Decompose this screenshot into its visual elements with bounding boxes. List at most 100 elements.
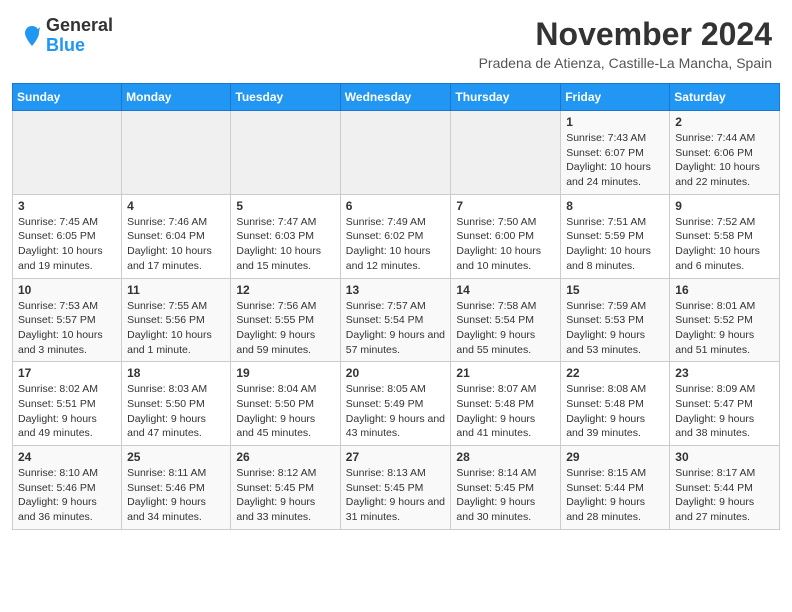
day-info: Sunrise: 7:47 AMSunset: 6:03 PMDaylight:…: [236, 215, 334, 274]
weekday-header-sunday: Sunday: [13, 84, 122, 111]
day-info: Sunrise: 7:59 AMSunset: 5:53 PMDaylight:…: [566, 299, 664, 358]
day-info: Sunrise: 7:45 AMSunset: 6:05 PMDaylight:…: [18, 215, 116, 274]
day-info: Sunrise: 7:57 AMSunset: 5:54 PMDaylight:…: [346, 299, 446, 358]
day-info: Sunrise: 8:15 AMSunset: 5:44 PMDaylight:…: [566, 466, 664, 525]
day-info: Sunrise: 8:02 AMSunset: 5:51 PMDaylight:…: [18, 382, 116, 441]
calendar-cell: 1 Sunrise: 7:43 AMSunset: 6:07 PMDaylight…: [561, 111, 670, 195]
calendar-cell: [122, 111, 231, 195]
page-header: General Blue November 2024 Pradena de At…: [0, 0, 792, 75]
day-info: Sunrise: 7:46 AMSunset: 6:04 PMDaylight:…: [127, 215, 225, 274]
calendar-cell: 20 Sunrise: 8:05 AMSunset: 5:49 PMDayligh…: [340, 362, 451, 446]
day-number: 20: [346, 366, 446, 380]
day-number: 22: [566, 366, 664, 380]
day-info: Sunrise: 7:44 AMSunset: 6:06 PMDaylight:…: [675, 131, 774, 190]
day-number: 7: [456, 199, 555, 213]
calendar-week-row: 17 Sunrise: 8:02 AMSunset: 5:51 PMDayligh…: [13, 362, 780, 446]
day-number: 18: [127, 366, 225, 380]
calendar-cell: 5 Sunrise: 7:47 AMSunset: 6:03 PMDaylight…: [231, 194, 340, 278]
calendar-cell: 18 Sunrise: 8:03 AMSunset: 5:50 PMDayligh…: [122, 362, 231, 446]
calendar-cell: 6 Sunrise: 7:49 AMSunset: 6:02 PMDaylight…: [340, 194, 451, 278]
day-info: Sunrise: 8:14 AMSunset: 5:45 PMDaylight:…: [456, 466, 555, 525]
day-number: 8: [566, 199, 664, 213]
day-number: 13: [346, 283, 446, 297]
calendar-cell: 8 Sunrise: 7:51 AMSunset: 5:59 PMDaylight…: [561, 194, 670, 278]
day-info: Sunrise: 8:09 AMSunset: 5:47 PMDaylight:…: [675, 382, 774, 441]
calendar-cell: 15Sunrise: 7:59 AMSunset: 5:53 PMDayligh…: [561, 278, 670, 362]
month-title: November 2024: [479, 16, 772, 53]
day-number: 10: [18, 283, 116, 297]
day-number: 14: [456, 283, 555, 297]
calendar-cell: 11 Sunrise: 7:55 AMSunset: 5:56 PMDayligh…: [122, 278, 231, 362]
day-number: 17: [18, 366, 116, 380]
day-info: Sunrise: 7:55 AMSunset: 5:56 PMDaylight:…: [127, 299, 225, 358]
day-info: Sunrise: 8:04 AMSunset: 5:50 PMDaylight:…: [236, 382, 334, 441]
day-number: 2: [675, 115, 774, 129]
day-info: Sunrise: 7:58 AMSunset: 5:54 PMDaylight:…: [456, 299, 555, 358]
calendar-cell: 19Sunrise: 8:04 AMSunset: 5:50 PMDayligh…: [231, 362, 340, 446]
weekday-header-tuesday: Tuesday: [231, 84, 340, 111]
logo-icon: [20, 24, 44, 48]
weekday-header-monday: Monday: [122, 84, 231, 111]
calendar-cell: 30Sunrise: 8:17 AMSunset: 5:44 PMDayligh…: [670, 446, 780, 530]
day-number: 24: [18, 450, 116, 464]
calendar-cell: [231, 111, 340, 195]
day-number: 3: [18, 199, 116, 213]
calendar-table: SundayMondayTuesdayWednesdayThursdayFrid…: [12, 83, 780, 530]
calendar-cell: [340, 111, 451, 195]
day-number: 6: [346, 199, 446, 213]
weekday-header-saturday: Saturday: [670, 84, 780, 111]
calendar-cell: 12 Sunrise: 7:56 AMSunset: 5:55 PMDayligh…: [231, 278, 340, 362]
weekday-header-friday: Friday: [561, 84, 670, 111]
calendar-cell: 27 Sunrise: 8:13 AMSunset: 5:45 PMDayligh…: [340, 446, 451, 530]
day-info: Sunrise: 8:11 AMSunset: 5:46 PMDaylight:…: [127, 466, 225, 525]
calendar-cell: 2 Sunrise: 7:44 AMSunset: 6:06 PMDaylight…: [670, 111, 780, 195]
calendar-cell: 4 Sunrise: 7:46 AMSunset: 6:04 PMDaylight…: [122, 194, 231, 278]
day-info: Sunrise: 8:05 AMSunset: 5:49 PMDaylight:…: [346, 382, 446, 441]
calendar-cell: 14 Sunrise: 7:58 AMSunset: 5:54 PMDayligh…: [451, 278, 561, 362]
day-info: Sunrise: 8:17 AMSunset: 5:44 PMDaylight:…: [675, 466, 774, 525]
day-info: Sunrise: 8:10 AMSunset: 5:46 PMDaylight:…: [18, 466, 116, 525]
day-number: 21: [456, 366, 555, 380]
weekday-header-row: SundayMondayTuesdayWednesdayThursdayFrid…: [13, 84, 780, 111]
title-block: November 2024 Pradena de Atienza, Castil…: [479, 16, 772, 71]
calendar-cell: 10 Sunrise: 7:53 AMSunset: 5:57 PMDayligh…: [13, 278, 122, 362]
day-info: Sunrise: 7:51 AMSunset: 5:59 PMDaylight:…: [566, 215, 664, 274]
day-info: Sunrise: 8:13 AMSunset: 5:45 PMDaylight:…: [346, 466, 446, 525]
day-info: Sunrise: 7:52 AMSunset: 5:58 PMDaylight:…: [675, 215, 774, 274]
day-info: Sunrise: 7:56 AMSunset: 5:55 PMDaylight:…: [236, 299, 334, 358]
calendar-cell: 17 Sunrise: 8:02 AMSunset: 5:51 PMDayligh…: [13, 362, 122, 446]
calendar-cell: 28Sunrise: 8:14 AMSunset: 5:45 PMDayligh…: [451, 446, 561, 530]
day-number: 27: [346, 450, 446, 464]
calendar-cell: 22 Sunrise: 8:08 AMSunset: 5:48 PMDayligh…: [561, 362, 670, 446]
calendar-cell: 7 Sunrise: 7:50 AMSunset: 6:00 PMDaylight…: [451, 194, 561, 278]
day-info: Sunrise: 7:43 AMSunset: 6:07 PMDaylight:…: [566, 131, 664, 190]
day-info: Sunrise: 8:03 AMSunset: 5:50 PMDaylight:…: [127, 382, 225, 441]
day-number: 5: [236, 199, 334, 213]
calendar-week-row: 3 Sunrise: 7:45 AMSunset: 6:05 PMDaylight…: [13, 194, 780, 278]
day-number: 26: [236, 450, 334, 464]
day-number: 12: [236, 283, 334, 297]
day-number: 1: [566, 115, 664, 129]
day-number: 16: [675, 283, 774, 297]
calendar-cell: 21Sunrise: 8:07 AMSunset: 5:48 PMDayligh…: [451, 362, 561, 446]
day-info: Sunrise: 7:53 AMSunset: 5:57 PMDaylight:…: [18, 299, 116, 358]
logo-general-text: General: [46, 15, 113, 35]
day-info: Sunrise: 8:08 AMSunset: 5:48 PMDaylight:…: [566, 382, 664, 441]
calendar-cell: 26 Sunrise: 8:12 AMSunset: 5:45 PMDayligh…: [231, 446, 340, 530]
calendar-cell: 24 Sunrise: 8:10 AMSunset: 5:46 PMDayligh…: [13, 446, 122, 530]
day-number: 4: [127, 199, 225, 213]
calendar-week-row: 1 Sunrise: 7:43 AMSunset: 6:07 PMDaylight…: [13, 111, 780, 195]
day-number: 11: [127, 283, 225, 297]
day-info: Sunrise: 7:49 AMSunset: 6:02 PMDaylight:…: [346, 215, 446, 274]
logo: General Blue: [20, 16, 113, 56]
weekday-header-thursday: Thursday: [451, 84, 561, 111]
calendar-cell: 13 Sunrise: 7:57 AMSunset: 5:54 PMDayligh…: [340, 278, 451, 362]
day-info: Sunrise: 7:50 AMSunset: 6:00 PMDaylight:…: [456, 215, 555, 274]
calendar-cell: 16 Sunrise: 8:01 AMSunset: 5:52 PMDayligh…: [670, 278, 780, 362]
calendar-cell: 25Sunrise: 8:11 AMSunset: 5:46 PMDayligh…: [122, 446, 231, 530]
calendar-week-row: 10 Sunrise: 7:53 AMSunset: 5:57 PMDayligh…: [13, 278, 780, 362]
day-info: Sunrise: 8:12 AMSunset: 5:45 PMDaylight:…: [236, 466, 334, 525]
calendar-cell: [13, 111, 122, 195]
day-info: Sunrise: 8:01 AMSunset: 5:52 PMDaylight:…: [675, 299, 774, 358]
location-subtitle: Pradena de Atienza, Castille-La Mancha, …: [479, 55, 772, 71]
